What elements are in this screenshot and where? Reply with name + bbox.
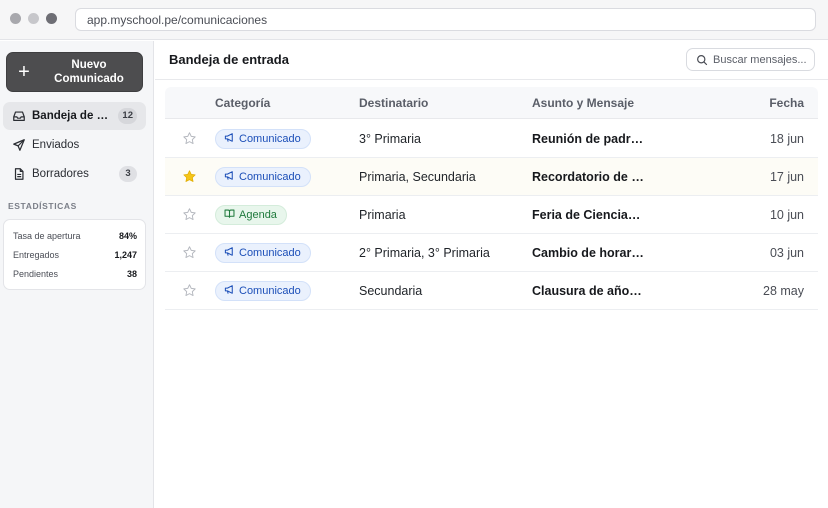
stat-label: Pendientes: [13, 269, 59, 279]
recipient-cell: Primaria: [359, 208, 406, 222]
browser-chrome: app.myschool.pe/comunicaciones: [0, 0, 828, 40]
book-open-icon: [224, 209, 235, 218]
column-header-subject[interactable]: Asunto y Mensaje: [532, 96, 634, 110]
plus-icon: +: [18, 61, 30, 83]
date-cell: 10 jun: [769, 208, 804, 222]
search-icon: [697, 55, 708, 66]
table-row[interactable]: Comunicado Secundaria Clausura de año es…: [165, 272, 818, 310]
inbox-icon: [13, 111, 25, 121]
column-header-recipient[interactable]: Destinatario: [359, 96, 428, 110]
page-title: Bandeja de entrada: [169, 52, 289, 67]
star-outline-icon[interactable]: [182, 131, 197, 146]
document-icon: [14, 168, 24, 180]
sidebar-item-label: Enviados: [32, 139, 80, 151]
stat-open-rate: Tasa de apertura 84%: [13, 229, 137, 243]
sidebar-item-sent[interactable]: Enviados: [3, 131, 146, 159]
category-chip: Comunicado: [215, 129, 311, 149]
stats-heading: ESTADÍSTICAS: [8, 201, 77, 211]
subject-cell: Clausura de año escolar: [532, 284, 645, 298]
stat-value: 38: [126, 269, 137, 279]
megaphone-icon: [224, 285, 233, 294]
drafts-count-badge: 3: [119, 166, 137, 182]
column-header-date[interactable]: Fecha: [769, 96, 804, 110]
stats-card: Tasa de apertura 84% Entregados 1,247 Pe…: [3, 219, 146, 290]
column-header-category[interactable]: Categoría: [215, 96, 270, 110]
category-chip: Comunicado: [215, 243, 311, 263]
category-chip: Comunicado: [215, 167, 311, 187]
category-label: Comunicado: [239, 247, 301, 259]
sidebar-item-label: Bandeja de entrada: [32, 110, 112, 122]
sidebar-item-inbox[interactable]: Bandeja de entrada 12: [3, 102, 146, 130]
category-label: Comunicado: [239, 133, 301, 145]
new-communication-label: Nuevo Comunicado: [54, 59, 124, 85]
stat-value: 1,247: [114, 250, 137, 260]
window-close-dot[interactable]: [10, 13, 21, 24]
date-cell: 17 jun: [769, 170, 804, 184]
sidebar-item-drafts[interactable]: Borradores 3: [3, 160, 146, 188]
address-bar[interactable]: app.myschool.pe/comunicaciones: [75, 8, 816, 31]
stat-value: 84%: [118, 231, 137, 241]
subject-cell: Feria de Ciencias 2024: [532, 208, 645, 222]
subject-cell: Recordatorio de pago de pensión: [532, 170, 645, 184]
window-minimize-dot[interactable]: [28, 13, 39, 24]
category-chip: Agenda: [215, 205, 287, 225]
megaphone-icon: [224, 247, 233, 256]
date-cell: 03 jun: [769, 246, 804, 260]
send-icon: [13, 139, 25, 151]
new-communication-button[interactable]: + Nuevo Comunicado: [6, 52, 143, 92]
category-label: Comunicado: [239, 285, 301, 297]
stat-label: Entregados: [13, 250, 60, 260]
main-content: Bandeja de entrada Categoría Destinatari…: [155, 41, 828, 508]
window-maximize-dot[interactable]: [46, 13, 57, 24]
stat-label: Tasa de apertura: [13, 231, 81, 241]
search-box[interactable]: [686, 48, 815, 71]
megaphone-icon: [224, 133, 233, 142]
stat-pending: Pendientes 38: [13, 267, 137, 281]
sidebar-item-label: Borradores: [32, 168, 89, 180]
search-input[interactable]: [713, 52, 811, 68]
category-label: Agenda: [239, 209, 277, 221]
date-cell: 18 jun: [769, 132, 804, 146]
subject-cell: Reunión de padres de familia: [532, 132, 645, 146]
table-row[interactable]: Comunicado Primaria, Secundaria Recordat…: [165, 158, 818, 196]
star-filled-icon[interactable]: [182, 169, 197, 184]
subject-cell: Cambio de horario de salida: [532, 246, 645, 260]
category-label: Comunicado: [239, 171, 301, 183]
date-cell: 28 may: [763, 284, 804, 298]
recipient-cell: 2° Primaria, 3° Primaria: [359, 246, 490, 260]
recipient-cell: Primaria, Secundaria: [359, 170, 476, 184]
stat-delivered: Entregados 1,247: [13, 248, 137, 262]
main-header: Bandeja de entrada: [155, 41, 828, 80]
star-outline-icon[interactable]: [182, 245, 197, 260]
category-chip: Comunicado: [215, 281, 311, 301]
recipient-cell: Secundaria: [359, 284, 423, 298]
star-outline-icon[interactable]: [182, 283, 197, 298]
table-row[interactable]: Agenda Primaria Feria de Ciencias 2024 1…: [165, 196, 818, 234]
megaphone-icon: [224, 171, 233, 180]
recipient-cell: 3° Primaria: [359, 132, 421, 146]
table-row[interactable]: Comunicado 2° Primaria, 3° Primaria Camb…: [165, 234, 818, 272]
inbox-count-badge: 12: [118, 108, 137, 124]
sidebar: + Nuevo Comunicado Bandeja de entrada 12…: [0, 41, 154, 508]
table-row[interactable]: Comunicado 3° Primaria Reunión de padres…: [165, 120, 818, 158]
star-outline-icon[interactable]: [182, 207, 197, 222]
table-header: Categoría Destinatario Asunto y Mensaje …: [165, 87, 818, 119]
